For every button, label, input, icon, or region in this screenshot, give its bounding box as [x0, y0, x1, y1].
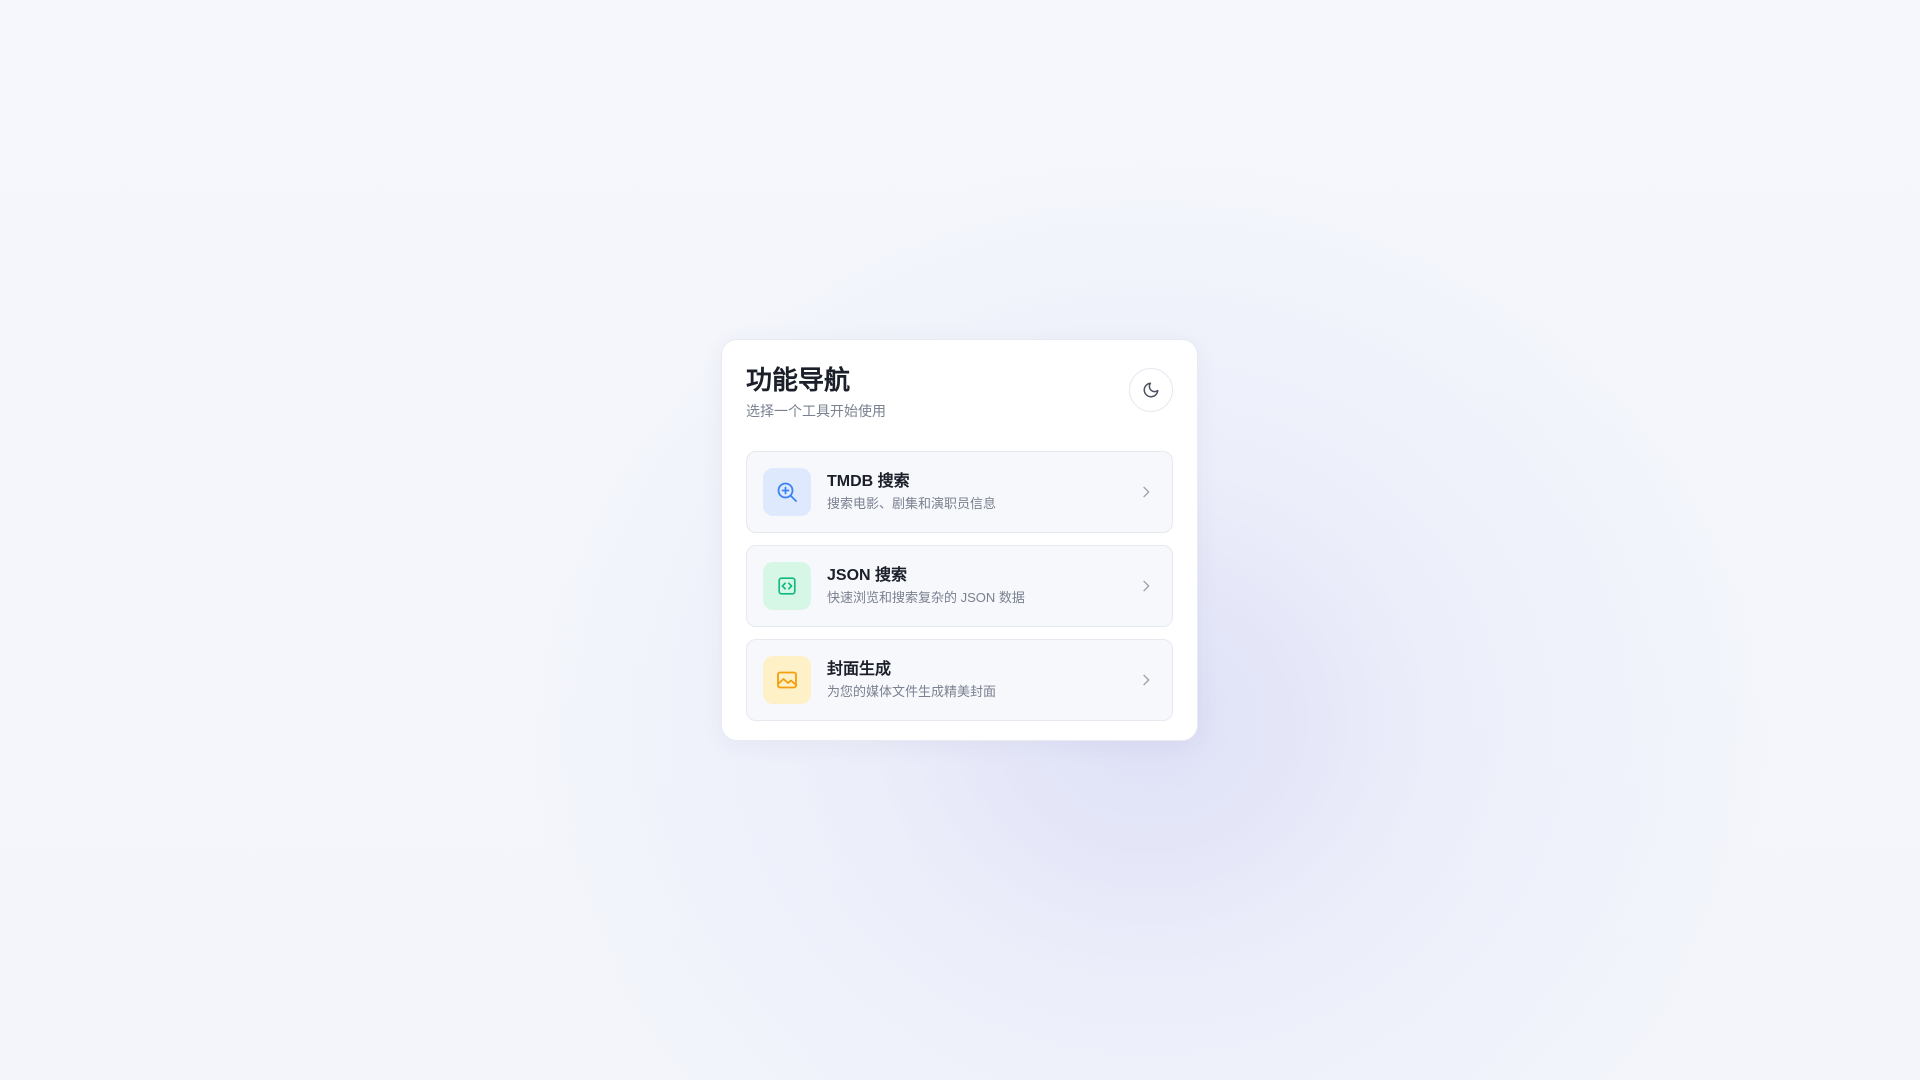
- chevron-right-icon: [1136, 670, 1156, 690]
- tool-list: TMDB 搜索 搜索电影、剧集和演职员信息 JSON 搜索 快速浏览和搜索复杂的…: [746, 451, 1173, 721]
- page-title: 功能导航: [746, 365, 851, 395]
- chevron-right-icon: [1136, 576, 1156, 596]
- tool-item-tmdb[interactable]: TMDB 搜索 搜索电影、剧集和演职员信息: [746, 451, 1173, 533]
- chevron-right-icon: [1136, 482, 1156, 502]
- json-icon-tile: [763, 562, 811, 610]
- tmdb-icon-tile: [763, 468, 811, 516]
- tool-description: 快速浏览和搜索复杂的 JSON 数据: [827, 590, 1025, 605]
- code-icon: [778, 577, 796, 595]
- image-icon: [777, 671, 797, 689]
- card-header: 功能导航 选择一个工具开始使用: [746, 364, 1173, 428]
- tool-description: 为您的媒体文件生成精美封面: [827, 684, 997, 699]
- tmdb-text: TMDB 搜索 搜索电影、剧集和演职员信息: [827, 472, 1136, 512]
- tool-title: TMDB 搜索: [827, 473, 910, 490]
- nav-card: 功能导航 选择一个工具开始使用 TMDB 搜索 搜索电影、剧集和演职员信息 JS…: [721, 339, 1198, 741]
- tool-description: 搜索电影、剧集和演职员信息: [827, 496, 997, 511]
- tool-item-json[interactable]: JSON 搜索 快速浏览和搜索复杂的 JSON 数据: [746, 545, 1173, 627]
- json-text: JSON 搜索 快速浏览和搜索复杂的 JSON 数据: [827, 566, 1136, 606]
- tool-item-cover[interactable]: 封面生成 为您的媒体文件生成精美封面: [746, 639, 1173, 721]
- cover-text: 封面生成 为您的媒体文件生成精美封面: [827, 660, 1136, 700]
- cover-icon-tile: [763, 656, 811, 704]
- moon-icon: [1143, 382, 1159, 398]
- theme-toggle-button[interactable]: [1129, 368, 1173, 412]
- page-subtitle: 选择一个工具开始使用: [746, 403, 886, 419]
- tool-title: JSON 搜索: [827, 567, 908, 584]
- zoom-in-icon: [777, 482, 797, 502]
- tool-title: 封面生成: [827, 661, 892, 678]
